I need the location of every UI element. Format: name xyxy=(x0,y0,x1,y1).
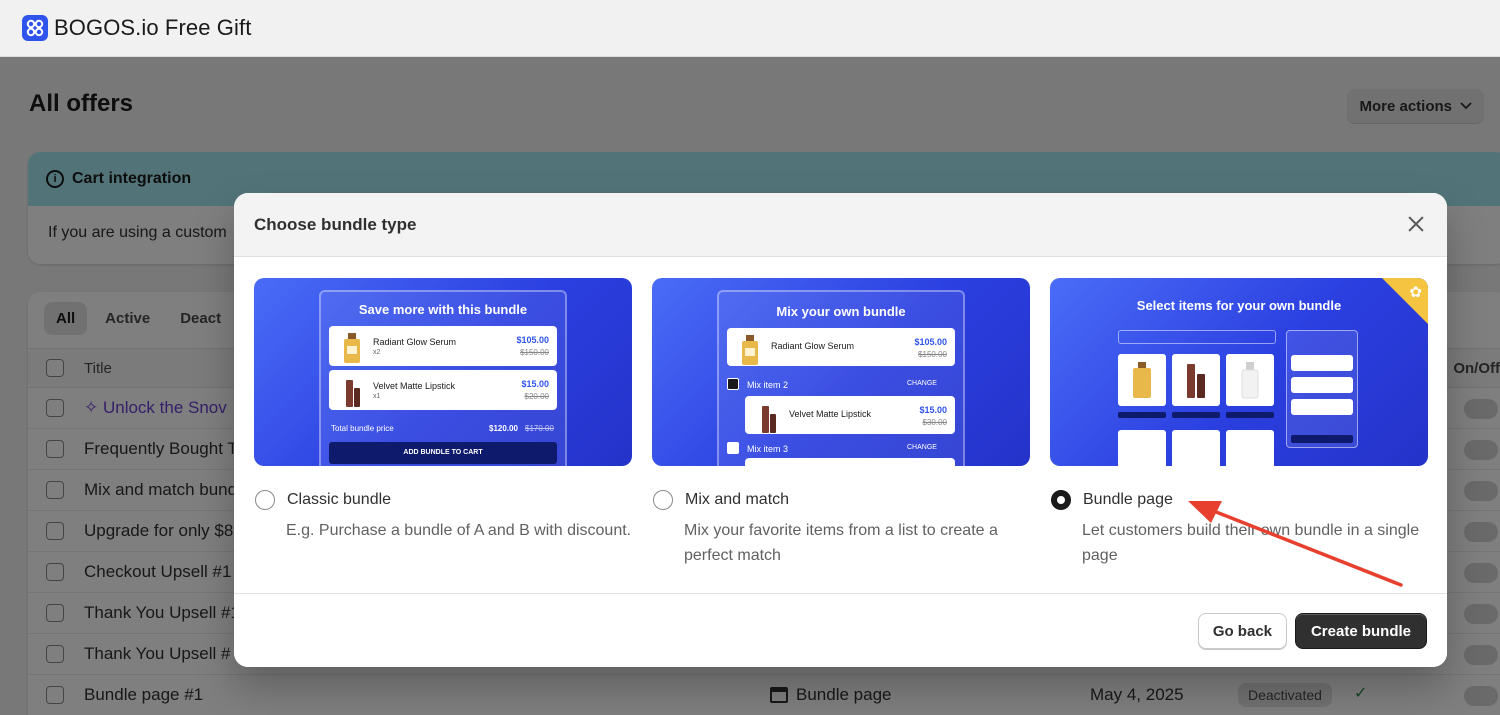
preview-item: Radiant Glow Serum x2 $105.00 $150.00 xyxy=(329,326,557,366)
modal-header: Choose bundle type xyxy=(234,193,1447,257)
modal-title: Choose bundle type xyxy=(254,214,417,234)
mix-and-match-radio[interactable] xyxy=(653,490,673,510)
product-thumb xyxy=(1118,354,1166,406)
option-description: Mix your favorite items from a list to c… xyxy=(684,522,998,564)
option-description: E.g. Purchase a bundle of A and B with d… xyxy=(286,522,632,539)
bundle-page-preview-image: ✿ Select items for your own bundle xyxy=(1050,278,1428,466)
bundle-summary-panel xyxy=(1286,330,1358,448)
preview-total-label: Total bundle price xyxy=(331,424,394,433)
product-thumb xyxy=(1226,354,1274,406)
lipstick-icon xyxy=(346,380,360,407)
preview-heading: Select items for your own bundle xyxy=(1136,298,1342,313)
option-classic-bundle[interactable]: Save more with this bundle Radiant Glow … xyxy=(254,278,632,568)
mix-item-checkbox xyxy=(727,442,739,454)
preview-item: Velvet Matte Lipstick $15.00 $30.00 xyxy=(745,396,955,434)
preview-item: Velvet Matte Lipstick x1 $15.00 $20.00 xyxy=(329,370,557,410)
serum-bottle-icon xyxy=(742,335,758,365)
classic-bundle-radio[interactable] xyxy=(255,490,275,510)
bundle-type-options: Save more with this bundle Radiant Glow … xyxy=(254,278,1428,568)
serum-bottle-icon xyxy=(344,333,360,363)
mix-item-label: Mix item 3 xyxy=(747,444,789,454)
option-bundle-page[interactable]: ✿ Select items for your own bundle Bundl… xyxy=(1050,278,1428,568)
preview-item: Radiant Glow Serum $105.00 $150.00 xyxy=(727,328,955,366)
product-thumb xyxy=(1172,430,1220,466)
option-label: Mix and match xyxy=(685,491,790,508)
lipstick-icon xyxy=(762,406,776,433)
change-label: CHANGE xyxy=(907,380,937,387)
option-description: Let customers build their own bundle in … xyxy=(1082,522,1420,564)
product-thumb xyxy=(1226,430,1274,466)
preview-total-value: $120.00 xyxy=(489,424,518,433)
create-bundle-button[interactable]: Create bundle xyxy=(1294,613,1427,649)
option-label: Classic bundle xyxy=(287,491,392,508)
option-mix-and-match[interactable]: Mix your own bundle Radiant Glow Serum $… xyxy=(652,278,1030,568)
change-label: CHANGE xyxy=(907,444,937,451)
preview-heading: Mix your own bundle xyxy=(776,304,906,319)
app-header: BOGOS.io Free Gift xyxy=(0,0,1500,57)
modal-footer: Go back Create bundle xyxy=(234,593,1447,667)
mix-item-checkbox xyxy=(727,378,739,390)
preview-heading: Save more with this bundle xyxy=(358,302,528,317)
option-label: Bundle page xyxy=(1083,491,1173,508)
preview-add-button: ADD BUNDLE TO CART xyxy=(329,442,557,464)
go-back-button[interactable]: Go back xyxy=(1197,613,1287,649)
choose-bundle-type-modal: Choose bundle type Save more with this b… xyxy=(234,193,1447,667)
preview-total-old: $170.00 xyxy=(525,424,554,433)
mix-and-match-preview-image: Mix your own bundle Radiant Glow Serum $… xyxy=(652,278,1030,466)
bogos-logo-icon xyxy=(22,15,48,41)
product-thumb xyxy=(1118,430,1166,466)
app-title: BOGOS.io Free Gift xyxy=(54,15,252,40)
bundle-page-radio[interactable] xyxy=(1051,490,1071,510)
mix-item-label: Mix item 2 xyxy=(747,380,789,390)
classic-bundle-preview-image: Save more with this bundle Radiant Glow … xyxy=(254,278,632,466)
product-thumb xyxy=(1172,354,1220,406)
close-icon[interactable] xyxy=(1407,215,1425,233)
